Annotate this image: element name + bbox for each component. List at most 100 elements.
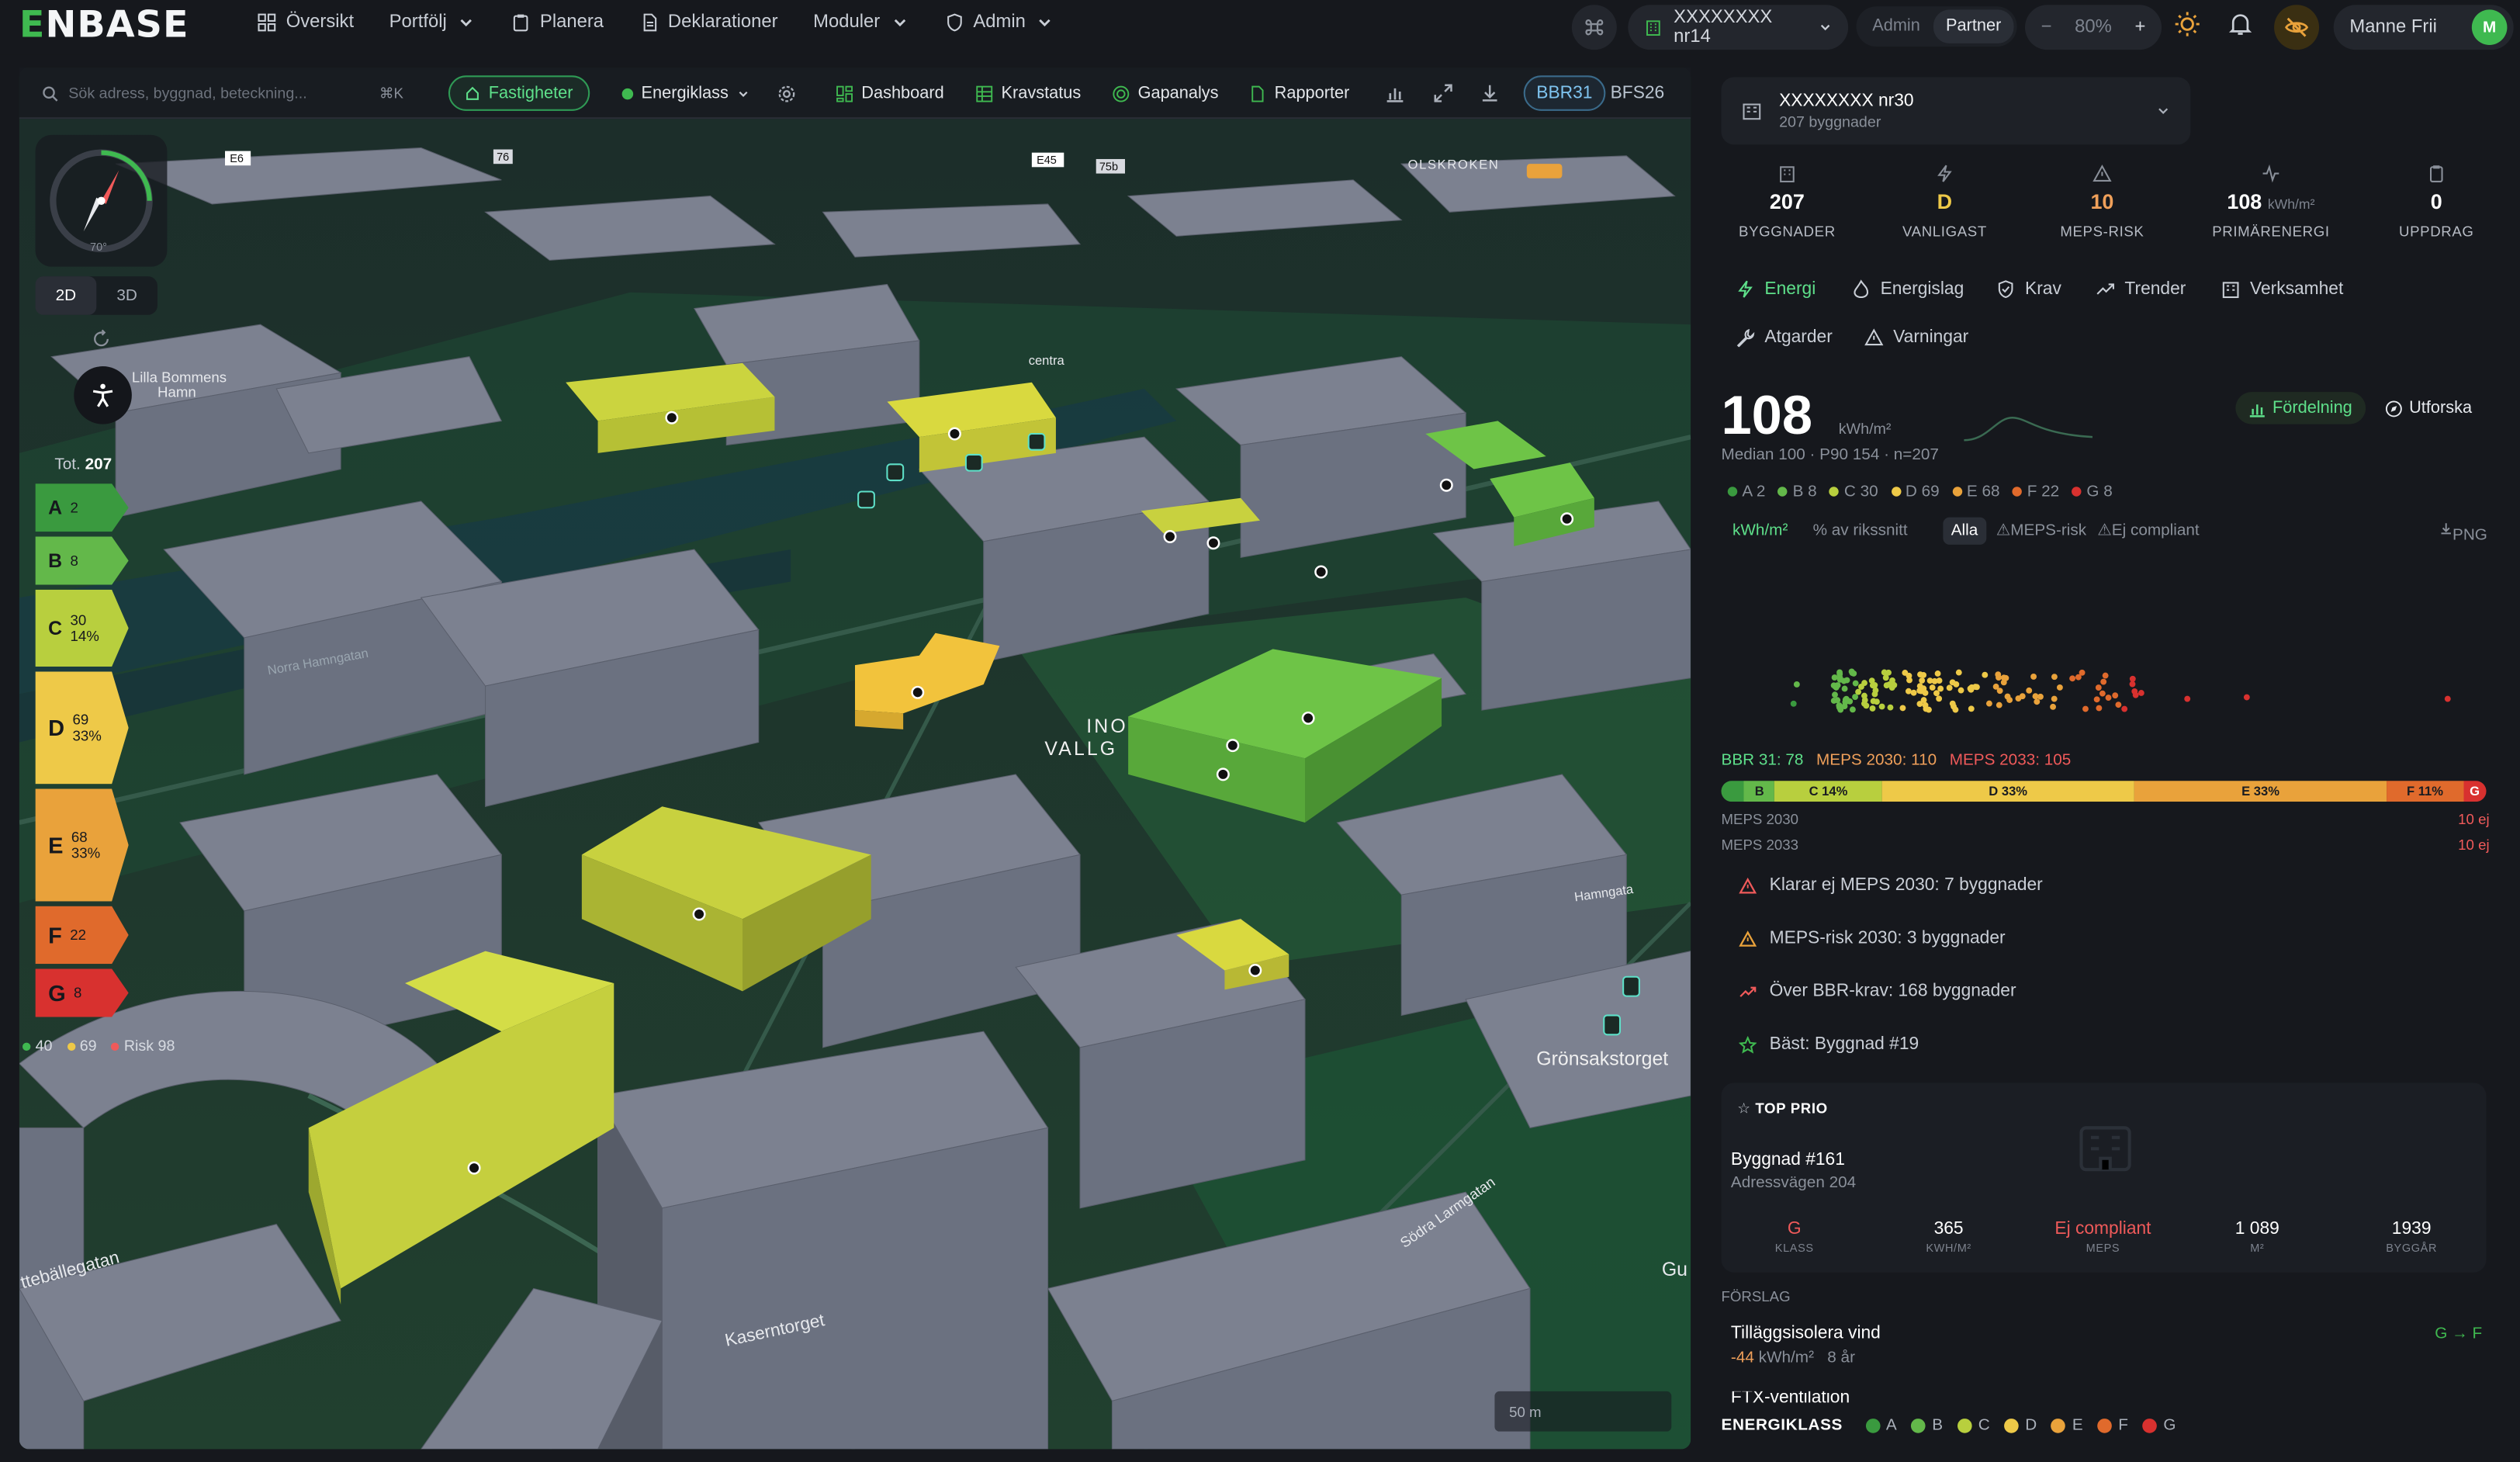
visibility-toggle[interactable] — [2274, 5, 2320, 50]
class-band-f[interactable]: F 22 — [35, 906, 129, 965]
alert-bbr[interactable]: Över BBR-krav: 168 byggnader — [1739, 982, 2016, 1001]
prio-stat-meps: Ej compliant MEPS — [2027, 1219, 2179, 1255]
fastigheter-button[interactable]: Fastigheter — [448, 75, 590, 111]
project-selector[interactable]: XXXXXXXX nr14 — [1628, 5, 1849, 50]
eye-off-icon — [2285, 17, 2309, 37]
kpi-primarenergi[interactable]: 108 kWh/m² PRIMÄRENERGI — [2189, 164, 2352, 239]
swarm-point — [1899, 705, 1906, 712]
swarm-point — [1871, 691, 1878, 698]
legend-label: C — [1978, 1417, 1990, 1435]
command-button[interactable] — [1571, 5, 1617, 50]
accessibility-button[interactable] — [74, 366, 132, 424]
dist-segment[interactable] — [1721, 781, 1745, 802]
summary-green: 40 — [22, 1038, 52, 1055]
theme-toggle[interactable] — [2173, 9, 2202, 47]
kpi-value: 207 — [1769, 189, 1805, 214]
tab-krav[interactable]: Krav — [1996, 275, 2061, 303]
road-label-e6: E6 — [230, 153, 244, 165]
dist-segment[interactable]: G — [2463, 781, 2487, 802]
fordelning-button[interactable]: Fördelning — [2235, 392, 2366, 424]
png-export[interactable]: PNG — [2439, 522, 2487, 545]
class-band-g[interactable]: G8 — [35, 968, 129, 1017]
legend-label: D — [2025, 1417, 2037, 1435]
nav-oversikt[interactable]: Översikt — [257, 13, 354, 32]
filter-alla[interactable]: Alla — [1943, 517, 1986, 545]
tab-atgarder[interactable]: Atgarder — [1736, 323, 1833, 352]
zoom-in-button[interactable]: + — [2134, 18, 2145, 37]
search-input[interactable] — [68, 78, 364, 108]
alert-best[interactable]: Bäst: Byggnad #19 — [1739, 1034, 1919, 1054]
dist-segment[interactable]: C 14% — [1774, 781, 1882, 802]
zoom-out-button[interactable]: − — [2041, 18, 2052, 37]
kpi-byggnader[interactable]: 207 BYGGNADER — [1707, 164, 1868, 239]
dist-segment[interactable]: D 33% — [1881, 781, 2134, 802]
swarm-point — [1849, 706, 1856, 713]
alert-meps-2030[interactable]: Klarar ej MEPS 2030: 7 byggnader — [1739, 875, 2043, 895]
user-menu[interactable]: Manne Frii M — [2333, 5, 2514, 50]
tab-energislag[interactable]: Energislag — [1851, 275, 1964, 303]
class-band-b[interactable]: B8 — [35, 536, 129, 585]
class-bands: A 2 B 8 C 30 14% D 69 33% E 68 33% F 22 G 8 — [35, 483, 129, 1017]
mode-3d-button[interactable]: 3D — [96, 276, 158, 315]
nav-deklarationer[interactable]: Deklarationer — [639, 13, 778, 32]
role-admin[interactable]: Admin — [1860, 9, 1933, 43]
settings-button[interactable] — [777, 75, 798, 111]
class-band-a[interactable]: A2 — [35, 483, 129, 532]
filter-ej-compliant[interactable]: ⚠Ej compliant — [2097, 522, 2199, 540]
energiklass-dropdown[interactable]: Energiklass — [621, 75, 751, 111]
dist-segment[interactable]: B — [1744, 781, 1775, 802]
project-name: XXXXXXXX nr14 — [1674, 8, 1773, 47]
kpi-uppdrag[interactable]: 0 UPPDRAG — [2356, 164, 2517, 239]
green-dot — [22, 1042, 31, 1051]
tab-varningar[interactable]: Varningar — [1864, 323, 1968, 352]
swarm-point — [1870, 698, 1877, 705]
chevron-down-icon — [2158, 108, 2169, 115]
class-dot — [1829, 487, 1840, 497]
nav-moduler[interactable]: Moduler — [813, 13, 909, 32]
fullscreen-button[interactable] — [1434, 75, 1453, 111]
kpi-value: 10 — [2090, 189, 2114, 214]
project-card[interactable]: XXXXXXXX nr30 207 byggnader — [1721, 77, 2191, 145]
swarm-point — [2002, 674, 2009, 681]
notifications-button[interactable] — [2226, 9, 2255, 47]
tab-trender[interactable]: Trender — [2096, 275, 2186, 303]
bbr31-badge[interactable]: BBR31 — [1523, 75, 1606, 111]
compass-widget[interactable]: 70° — [35, 134, 168, 267]
tab-energi[interactable]: Energi — [1736, 275, 1816, 303]
chart-button[interactable] — [1386, 75, 1405, 111]
bfs26-badge[interactable]: BFS26 — [1599, 75, 1676, 111]
alert-meps-risk[interactable]: MEPS-risk 2030: 3 byggnader — [1739, 929, 2006, 948]
filter-meps-risk[interactable]: ⚠MEPS-risk — [1996, 522, 2086, 540]
role-partner[interactable]: Partner — [1933, 9, 2014, 43]
threshold-meps2033: MEPS 2033: 105 — [1949, 751, 2072, 770]
dashboard-button[interactable]: Dashboard — [836, 75, 944, 111]
band-count: 8 — [70, 553, 78, 569]
class-band-c[interactable]: C 30 14% — [35, 589, 129, 667]
dist-segment[interactable]: E 33% — [2134, 781, 2387, 802]
action-kwh-unit: kWh/m² — [1758, 1349, 1814, 1367]
map-view[interactable]: E6 76 E45 75b OLSKROKEN Lilla Bommens Ha… — [19, 67, 1691, 1450]
nav-portfolj[interactable]: Portfölj — [389, 13, 476, 32]
utforska-button[interactable]: Utforska — [2372, 392, 2484, 424]
dist-segment[interactable]: F 11% — [2387, 781, 2463, 802]
kpi-vanligast[interactable]: D VANLIGAST — [1864, 164, 2025, 239]
class-band-d[interactable]: D 69 33% — [35, 671, 129, 785]
chevron-down-icon — [739, 90, 749, 96]
class-band-e[interactable]: E 68 33% — [35, 788, 129, 902]
tab-verksamhet[interactable]: Verksamhet — [2221, 275, 2343, 303]
swarm-point — [1916, 683, 1923, 690]
place-label-gu: Gu — [1662, 1259, 1688, 1280]
rapporter-button[interactable]: Rapporter — [1249, 75, 1349, 111]
nav-planera[interactable]: Planera — [511, 13, 604, 32]
filter-kwh[interactable]: kWh/m² — [1732, 522, 1788, 540]
action-title[interactable]: Tilläggsisolera vind — [1731, 1324, 1881, 1343]
mode-2d-button[interactable]: 2D — [35, 276, 97, 315]
kravstatus-button[interactable]: Kravstatus — [975, 75, 1081, 111]
reset-rotation-button[interactable] — [92, 327, 111, 356]
filter-rikssnitt[interactable]: % av rikssnitt — [1813, 522, 1908, 540]
logo[interactable]: ENBASE — [19, 5, 189, 47]
nav-admin[interactable]: Admin — [944, 13, 1054, 32]
download-button[interactable] — [1480, 75, 1500, 111]
gapanalys-button[interactable]: Gapanalys — [1112, 75, 1219, 111]
kpi-meps-risk[interactable]: 10 MEPS-RISK — [2022, 164, 2182, 239]
